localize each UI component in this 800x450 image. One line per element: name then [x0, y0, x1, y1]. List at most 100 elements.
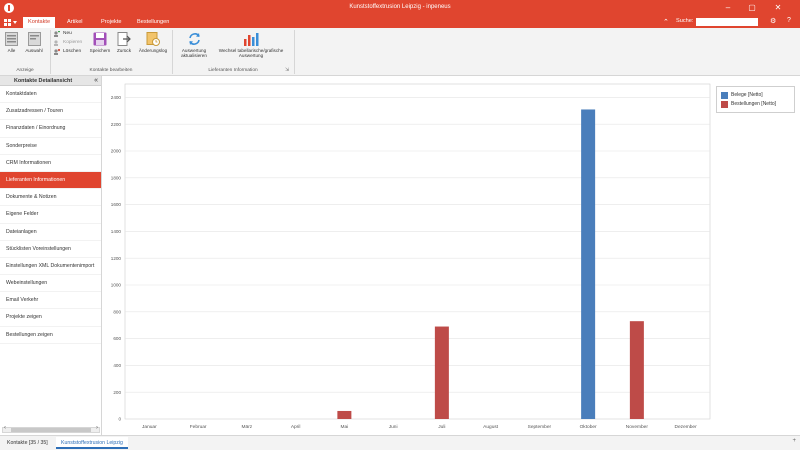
status-bar: Kontakte [35 / 35] Kunststoffextrusion L… [0, 435, 800, 450]
legend-label-belege: Belege [Netto] [731, 92, 763, 98]
auswertung-label-line2: aktualisieren [181, 53, 207, 58]
x-tick-label: Februar [190, 424, 207, 430]
neu-button[interactable]: Neu [53, 30, 72, 38]
x-tick-label: Oktober [580, 424, 597, 430]
x-tick-label: Dezember [675, 424, 698, 430]
aenderungslog-button[interactable]: Änderungslog [136, 32, 170, 53]
tab-projekte[interactable]: Projekte [96, 17, 127, 28]
y-tick-label: 1800 [111, 175, 122, 180]
close-icon[interactable]: ✕ [771, 2, 785, 14]
app-menu-icon[interactable] [4, 18, 18, 27]
x-tick-label: August [483, 424, 499, 430]
y-tick-label: 1000 [111, 283, 122, 288]
collapse-panel-icon[interactable]: « [94, 76, 98, 86]
scrollbar-thumb[interactable] [11, 428, 91, 432]
minimize-icon[interactable]: – [721, 2, 735, 14]
maximize-icon[interactable]: ▢ [745, 2, 759, 14]
x-tick-label: April [291, 424, 301, 430]
wechsel-auswertung-button[interactable]: Wechsel tabellarische/grafische Auswertu… [213, 32, 289, 58]
scroll-left-icon[interactable]: ‹ [4, 425, 6, 431]
sidebar-item[interactable]: Einstellungen XML Dokumentenimport [0, 258, 101, 276]
collapse-ribbon-icon[interactable]: ⌃ [663, 18, 669, 26]
neu-label: Neu [63, 31, 72, 36]
plot-area [124, 83, 711, 420]
add-contact-icon [54, 31, 60, 37]
sidebar-item[interactable]: Email Verkehr [0, 292, 101, 310]
tab-artikel[interactable]: Artikel [62, 17, 88, 28]
speichern-label: Speichern [89, 48, 111, 53]
x-tick-label: September [528, 424, 552, 430]
title-bar: Kunststoffextrusion Leipzig - inpeneus –… [0, 0, 800, 16]
zurueck-label: Zurück [116, 48, 132, 53]
scroll-right-icon[interactable]: › [96, 425, 98, 431]
chart-legend: Belege [Netto] Bestellungen [Netto] [716, 86, 795, 113]
y-tick-label: 600 [113, 336, 121, 341]
sidebar-item[interactable]: Stücklisten Voreinstellungen [0, 241, 101, 258]
kopieren-button[interactable]: Kopieren [53, 39, 82, 47]
save-icon [93, 32, 107, 46]
y-tick-label: 400 [113, 363, 121, 368]
chart-toggle-icon [244, 33, 259, 46]
change-log-icon [146, 32, 160, 46]
speichern-button[interactable]: Speichern [89, 32, 111, 53]
group-label-lieferanten-information: Lieferanten Information [208, 68, 258, 73]
legend-swatch-bestellungen [721, 100, 728, 108]
sidebar-item[interactable]: Finanzdaten / Einordnung [0, 120, 101, 138]
sidebar-item[interactable]: Sonderpreise [0, 138, 101, 155]
bar-belege [581, 109, 596, 420]
sidebar-item[interactable]: Zusatzadressen / Touren [0, 103, 101, 121]
sidebar-item[interactable]: Kontaktdaten [0, 86, 101, 104]
x-tick-label: März [242, 424, 253, 430]
sidebar-item[interactable]: Eigene Felder [0, 206, 101, 224]
bar-bestellungen [337, 410, 352, 419]
legend-item-bestellungen: Bestellungen [Netto] [721, 100, 776, 108]
y-tick-label: 800 [113, 309, 121, 314]
x-tick-label: Juli [438, 424, 445, 430]
nav-list: Kontaktdaten Zusatzadressen / Touren Finan… [0, 86, 101, 344]
dialog-launcher-icon[interactable]: ⇲ [285, 68, 289, 73]
y-tick-label: 200 [113, 390, 121, 395]
alle-button[interactable]: Alle [3, 32, 20, 53]
x-tick-label: November [626, 424, 649, 430]
auswahl-label: Auswahl [25, 48, 43, 53]
search-input[interactable] [696, 18, 758, 26]
delete-contact-icon [54, 49, 60, 55]
y-tick-label: 2400 [111, 95, 122, 100]
help-icon[interactable]: ? [787, 17, 791, 24]
x-tick-label: Januar [142, 424, 157, 430]
group-separator [294, 30, 295, 74]
doc-tab-kunststoffextrusion[interactable]: Kunststoffextrusion Leipzig [56, 437, 128, 449]
loeschen-label: Löschen [63, 49, 82, 54]
options-icon[interactable]: ⚙ [770, 17, 776, 25]
zurueck-button[interactable]: Zurück [114, 32, 134, 53]
sidebar-item[interactable]: Dokumente & Notizen [0, 189, 101, 207]
sidebar-item[interactable]: Projekte zeigen [0, 309, 101, 327]
aenderungslog-label: Änderungslog [138, 48, 168, 53]
group-label-anzeige: Anzeige [16, 68, 34, 73]
sidebar-item[interactable]: Dateianlagen [0, 224, 101, 241]
auswertung-aktualisieren-button[interactable]: Auswertung aktualisieren [175, 32, 213, 58]
doc-tab-kontakte[interactable]: Kontakte [35 / 35] [2, 437, 53, 449]
tab-bestellungen[interactable]: Bestellungen [132, 17, 174, 28]
search-label: Suche: [676, 18, 694, 24]
tab-kontakte[interactable]: Kontakte [23, 17, 56, 28]
copy-contact-icon [54, 40, 58, 46]
horizontal-scrollbar[interactable]: ‹ › [2, 425, 100, 433]
panel-header-title: Kontakte Detailansicht [14, 78, 73, 84]
kopieren-label: Kopieren [63, 40, 83, 45]
add-tab-icon[interactable]: + [792, 438, 796, 444]
wechsel-label-line2: Auswertung [238, 53, 264, 58]
sidebar-item[interactable]: Webeinstellungen [0, 275, 101, 293]
y-tick-label: 1200 [111, 256, 122, 261]
y-tick-label: 1600 [111, 202, 122, 207]
y-tick-label: 2200 [111, 122, 122, 127]
x-tick-label: Mai [341, 424, 349, 430]
ribbon-tab-row: Kontakte Artikel Projekte Bestellungen ⌃… [0, 16, 800, 28]
sidebar-item[interactable]: CRM Informationen [0, 155, 101, 172]
y-tick-label: 0 [118, 417, 121, 422]
auswahl-button[interactable]: Auswahl [23, 32, 45, 53]
loeschen-button[interactable]: Löschen [53, 48, 81, 56]
sidebar-item[interactable]: Lieferanten Informationen [0, 171, 101, 190]
x-tick-label: Juni [389, 424, 398, 430]
sidebar-item[interactable]: Bestellungen zeigen [0, 327, 101, 344]
